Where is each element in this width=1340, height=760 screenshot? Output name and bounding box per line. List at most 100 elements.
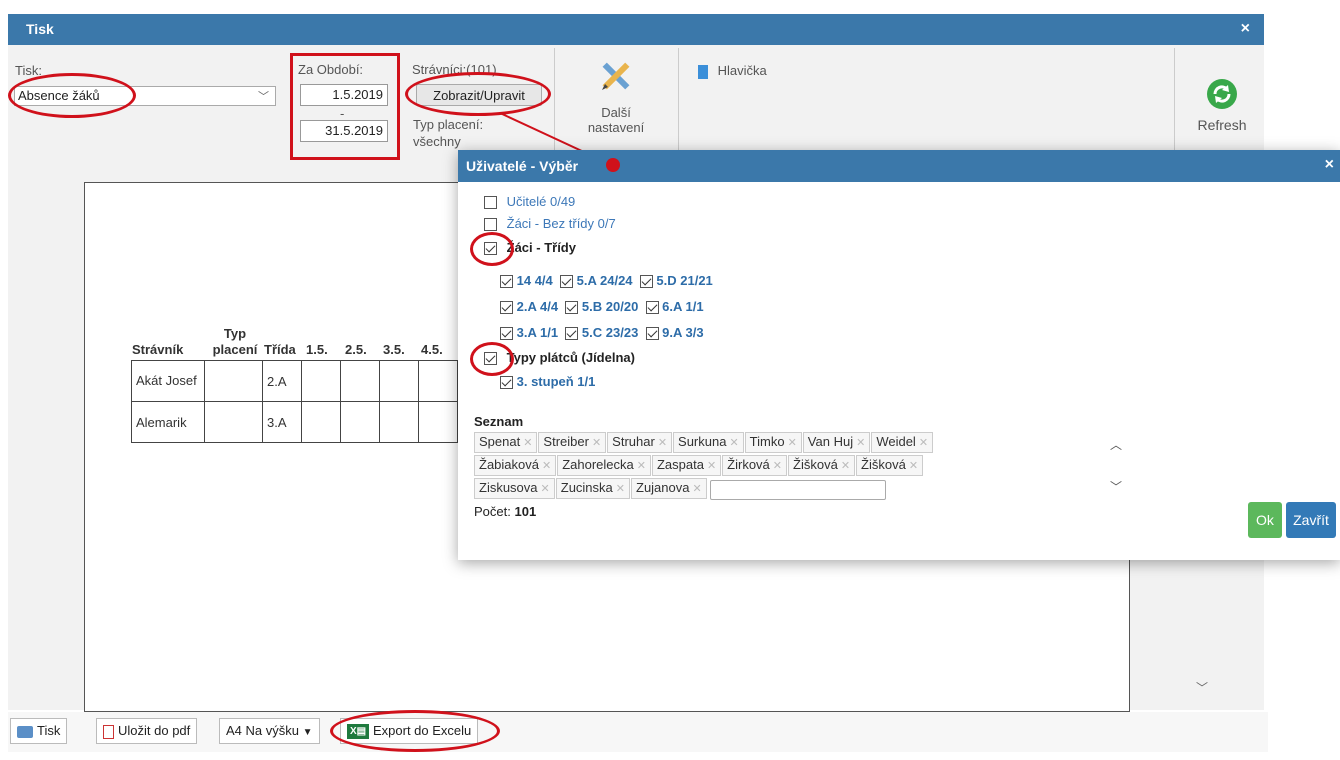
- class-label[interactable]: 9.A 3/3: [662, 325, 703, 340]
- class-checkbox[interactable]: [639, 275, 653, 289]
- user-tag[interactable]: Žabiaková ✕: [474, 455, 557, 476]
- class-item[interactable]: 5.D 21/21: [639, 273, 713, 289]
- remove-tag-icon[interactable]: ✕: [658, 437, 667, 449]
- selected-users-tags[interactable]: Spenat ✕ Streiber ✕ Struhar ✕ Surkuna ✕ Timko ✕ Va…: [474, 432, 1104, 501]
- chevron-down-icon: ﹀: [258, 91, 269, 103]
- class-checkbox[interactable]: [645, 327, 659, 341]
- class-checkbox[interactable]: [565, 301, 579, 315]
- remove-tag-icon[interactable]: ✕: [523, 437, 532, 449]
- class-item[interactable]: 9.A 3/3: [645, 325, 704, 341]
- remove-tag-icon[interactable]: ✕: [541, 483, 550, 495]
- user-tag[interactable]: Žišková ✕: [788, 455, 856, 476]
- group-typy-label[interactable]: Typy plátců (Jídelna): [507, 350, 635, 365]
- remove-tag-icon[interactable]: ✕: [542, 460, 551, 472]
- class-checkbox[interactable]: [500, 301, 513, 315]
- users-selection-dialog: Uživatelé - Výběr × Učitelé 0/49 Žáci - …: [458, 150, 1340, 560]
- class-label[interactable]: 6.A 1/1: [662, 299, 703, 314]
- user-tag[interactable]: Weidel ✕: [871, 432, 934, 453]
- remove-tag-icon[interactable]: ✕: [909, 460, 918, 472]
- class-checkbox[interactable]: [500, 275, 513, 289]
- save-pdf-button[interactable]: Uložit do pdf: [96, 718, 198, 744]
- remove-tag-icon[interactable]: ✕: [616, 483, 625, 495]
- class-item[interactable]: 5.A 24/24: [560, 273, 633, 289]
- class-label[interactable]: 5.C 23/23: [582, 325, 638, 340]
- checkbox-ucitele[interactable]: [484, 196, 497, 210]
- class-label[interactable]: 14 4/4: [517, 273, 553, 288]
- hlavicka-label: Hlavička: [717, 63, 767, 78]
- refresh-button[interactable]: Refresh: [1186, 78, 1258, 133]
- page-format-dropdown[interactable]: A4 Na výšku ▼: [219, 718, 320, 744]
- user-tag[interactable]: Žirková ✕: [722, 455, 788, 476]
- scroll-down-icon[interactable]: ﹀: [1196, 679, 1208, 696]
- tag-search-input[interactable]: [709, 479, 886, 500]
- user-tag[interactable]: Spenat ✕: [474, 432, 538, 453]
- class-label[interactable]: 2.A 4/4: [517, 299, 558, 314]
- close-dialog-icon[interactable]: ×: [1325, 156, 1334, 174]
- cell-trida: 2.A: [262, 360, 302, 402]
- save-pdf-label: Uložit do pdf: [118, 723, 191, 738]
- dalsi-nastaveni-button[interactable]: Další nastavení: [560, 52, 672, 156]
- annotation-oval-report-type: [8, 73, 136, 118]
- class-checkbox[interactable]: [565, 327, 579, 341]
- close-window-icon[interactable]: ×: [1241, 20, 1250, 38]
- annotation-oval-excel: [330, 710, 500, 752]
- user-tag-label: Spenat: [479, 434, 521, 449]
- remove-tag-icon[interactable]: ✕: [592, 437, 601, 449]
- class-item[interactable]: 6.A 1/1: [645, 299, 704, 315]
- dalsi-label-2: nastavení: [587, 120, 645, 135]
- remove-tag-icon[interactable]: ✕: [788, 437, 797, 449]
- group-bez-tridy[interactable]: Žáci - Bez třídy 0/7: [484, 216, 616, 232]
- group-bez-tridy-label[interactable]: Žáci - Bez třídy 0/7: [507, 216, 616, 231]
- class-item[interactable]: 3.A 1/1: [500, 325, 558, 341]
- hlavicka-item[interactable]: Hlavička: [698, 63, 767, 79]
- table-row: Alemarik 3.A: [131, 401, 458, 443]
- user-tag[interactable]: Zahorelecka ✕: [557, 455, 651, 476]
- class-label[interactable]: 5.A 24/24: [577, 273, 633, 288]
- user-tag[interactable]: Surkuna ✕: [673, 432, 744, 453]
- class-checkbox[interactable]: [560, 275, 574, 289]
- user-tag[interactable]: Zujanova ✕: [631, 478, 707, 499]
- user-tag[interactable]: Struhar ✕: [607, 432, 673, 453]
- user-tag[interactable]: Žišková ✕: [856, 455, 924, 476]
- group-ucitele[interactable]: Učitelé 0/49: [484, 194, 576, 210]
- print-button[interactable]: Tisk: [10, 718, 68, 744]
- group-tridy-label[interactable]: Žáci - Třídy: [507, 240, 576, 255]
- class-label[interactable]: 5.B 20/20: [582, 299, 638, 314]
- remove-tag-icon[interactable]: ✕: [841, 460, 850, 472]
- class-item[interactable]: 14 4/4: [500, 273, 553, 289]
- class-checkbox[interactable]: [500, 327, 513, 341]
- class-item[interactable]: 5.C 23/23: [565, 325, 638, 341]
- col-header-day4: 4.5.: [421, 342, 443, 357]
- group-ucitele-label[interactable]: Učitelé 0/49: [507, 194, 576, 209]
- user-tag[interactable]: Zucinska ✕: [555, 478, 630, 499]
- payer-type-item[interactable]: 3. stupeň 1/1: [500, 374, 596, 390]
- annotation-dot: [606, 158, 620, 172]
- dalsi-label-1: Další: [601, 105, 631, 120]
- scroll-up-icon[interactable]: ︿: [1110, 436, 1122, 453]
- zavrit-button[interactable]: Zavřít: [1286, 502, 1336, 538]
- class-label[interactable]: 3.A 1/1: [517, 325, 558, 340]
- user-tag[interactable]: Van Huj ✕: [802, 432, 871, 453]
- remove-tag-icon[interactable]: ✕: [919, 437, 928, 449]
- remove-tag-icon[interactable]: ✕: [856, 437, 865, 449]
- class-item[interactable]: 5.B 20/20: [565, 299, 638, 315]
- remove-tag-icon[interactable]: ✕: [692, 483, 701, 495]
- cell-typ: [204, 360, 263, 402]
- user-tag[interactable]: Streiber ✕: [538, 432, 607, 453]
- remove-tag-icon[interactable]: ✕: [773, 460, 782, 472]
- user-tag[interactable]: Ziskusova ✕: [474, 478, 555, 499]
- scroll-down-icon[interactable]: ﹀: [1110, 478, 1122, 495]
- payer-type-label[interactable]: 3. stupeň 1/1: [517, 374, 596, 389]
- remove-tag-icon[interactable]: ✕: [707, 460, 716, 472]
- count-row: Počet: 101: [474, 504, 536, 519]
- class-label[interactable]: 5.D 21/21: [656, 273, 712, 288]
- checkbox-bez-tridy[interactable]: [484, 218, 497, 232]
- user-tag[interactable]: Zaspata ✕: [651, 455, 722, 476]
- remove-tag-icon[interactable]: ✕: [729, 437, 738, 449]
- class-checkbox[interactable]: [645, 301, 659, 315]
- ok-button[interactable]: Ok: [1248, 502, 1282, 538]
- remove-tag-icon[interactable]: ✕: [637, 460, 646, 472]
- payer-type-checkbox[interactable]: [500, 376, 513, 390]
- class-item[interactable]: 2.A 4/4: [500, 299, 558, 315]
- user-tag[interactable]: Timko ✕: [744, 432, 802, 453]
